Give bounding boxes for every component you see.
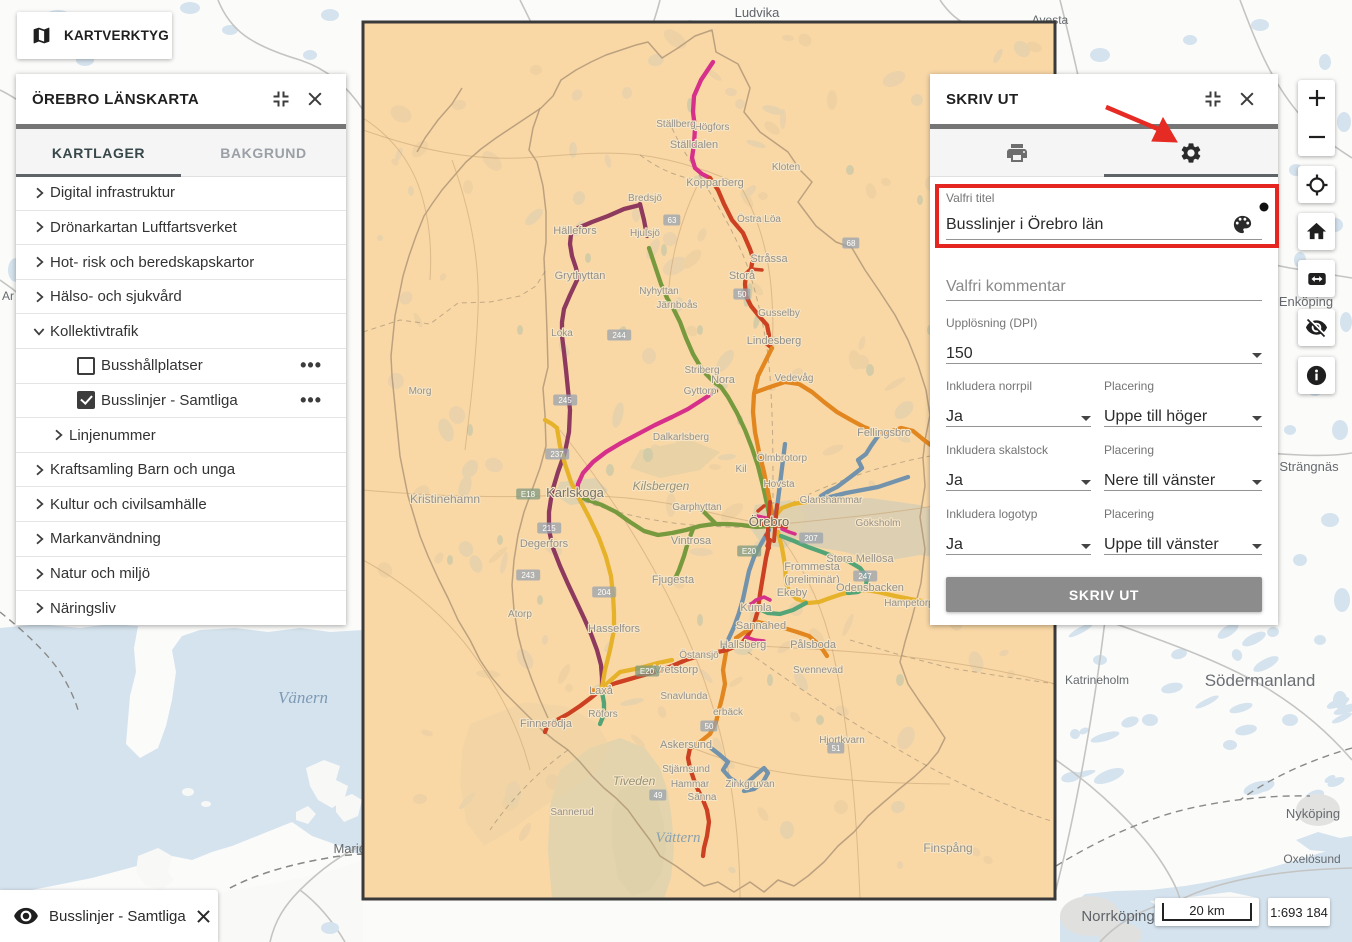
svg-text:Hasselfors: Hasselfors [588,623,640,635]
svg-text:Hovsta: Hovsta [763,479,795,490]
svg-text:68: 68 [847,239,856,248]
svg-text:51: 51 [832,744,841,753]
svg-text:Röfors: Röfors [588,709,617,720]
svg-text:Sänna: Sänna [688,792,717,803]
svg-text:Finspång: Finspång [923,841,972,855]
svg-text:Vedevåg: Vedevåg [775,372,814,384]
svg-text:Hammar: Hammar [671,779,710,790]
svg-text:Kilsbergen: Kilsbergen [633,479,690,493]
svg-text:50: 50 [738,290,747,299]
svg-text:Hampetorp: Hampetorp [884,598,934,609]
svg-text:245: 245 [558,396,572,405]
svg-text:Örebro: Örebro [749,514,789,529]
svg-text:49: 49 [654,791,663,800]
svg-text:Ölmbrotorp: Ölmbrotorp [757,452,807,464]
svg-text:Askersund: Askersund [660,739,712,751]
svg-text:Gusselby: Gusselby [758,308,800,319]
svg-text:erbäck: erbäck [713,707,744,718]
svg-text:63: 63 [668,216,677,225]
svg-text:Svennevad: Svennevad [793,665,843,676]
svg-text:207: 207 [804,534,818,543]
svg-text:Ar: Ar [2,289,14,303]
svg-text:Pålsboda: Pålsboda [790,639,837,651]
svg-text:Dalkarlsberg: Dalkarlsberg [653,432,709,443]
svg-text:Karlskoga: Karlskoga [546,485,605,500]
svg-text:Vättern: Vättern [656,830,701,846]
svg-text:Stråssa: Stråssa [750,253,788,265]
svg-text:(preliminär): (preliminär) [784,574,840,586]
svg-text:Nora: Nora [711,374,736,386]
svg-text:Loka: Loka [551,328,573,339]
svg-text:Hallsberg: Hallsberg [720,639,766,651]
svg-text:Lindesberg: Lindesberg [747,335,801,347]
svg-text:E20: E20 [640,667,655,676]
svg-text:237: 237 [550,450,564,459]
svg-text:Nyhyttan: Nyhyttan [639,286,678,297]
svg-text:Kil: Kil [735,464,746,475]
svg-text:Kloten: Kloten [772,162,800,173]
svg-text:Södermanland: Södermanland [1205,671,1316,690]
svg-text:Glanshammar: Glanshammar [800,495,863,506]
svg-text:Järnboås: Järnboås [656,299,697,311]
svg-text:Ludvika: Ludvika [735,5,781,20]
svg-text:Sannahed: Sannahed [736,620,786,632]
svg-text:Östra Löa: Östra Löa [737,213,781,225]
svg-text:Sannerud: Sannerud [550,807,593,818]
svg-text:Garphyttan: Garphyttan [672,502,721,513]
svg-text:Ställberg: Ställberg [656,119,695,130]
svg-text:Hjulsjö: Hjulsjö [630,228,660,239]
svg-text:50: 50 [705,722,714,731]
svg-text:Bredsjö: Bredsjö [628,193,662,204]
svg-text:Vänern: Vänern [278,688,328,707]
svg-text:Norrköping: Norrköping [1081,908,1154,925]
svg-text:Snavlunda: Snavlunda [660,691,708,702]
svg-text:Fellingsbro: Fellingsbro [857,427,911,439]
svg-text:Ställdalen: Ställdalen [670,139,718,151]
svg-text:Nyköping: Nyköping [1286,806,1340,821]
svg-text:Vintrosa: Vintrosa [671,535,712,547]
svg-text:Östansjö: Östansjö [679,649,719,661]
svg-text:Stora Mellösa: Stora Mellösa [826,553,894,565]
svg-text:Morg: Morg [409,386,432,397]
svg-text:Atorp: Atorp [508,609,532,620]
svg-text:Hällefors: Hällefors [553,225,597,237]
svg-text:204: 204 [597,588,611,597]
svg-text:215: 215 [542,524,556,533]
svg-text:Högfors: Högfors [694,122,729,133]
svg-text:Tiveden: Tiveden [613,774,656,788]
svg-text:Fjugesta: Fjugesta [652,574,695,586]
svg-text:E20: E20 [742,547,757,556]
svg-text:Storå: Storå [729,270,756,282]
svg-text:Gyttorp: Gyttorp [684,386,717,397]
svg-text:Katrineholm: Katrineholm [1065,673,1129,687]
svg-text:Kristinehamn: Kristinehamn [410,492,480,506]
svg-text:Vretstorp: Vretstorp [654,664,698,676]
svg-text:Laxå: Laxå [589,685,614,697]
svg-text:Göksholm: Göksholm [855,518,900,529]
svg-text:Stjärnsund: Stjärnsund [662,764,710,775]
svg-text:Finnerödja: Finnerödja [520,718,573,730]
svg-text:Odensbacken: Odensbacken [836,582,904,594]
svg-text:244: 244 [612,331,626,340]
svg-text:Degerfors: Degerfors [520,538,569,550]
svg-text:Strängnäs: Strängnäs [1279,459,1339,474]
svg-text:Kumla: Kumla [740,602,772,614]
svg-text:Grythyttan: Grythyttan [555,270,606,282]
svg-text:247: 247 [858,572,872,581]
svg-text:Ekeby: Ekeby [777,587,808,599]
svg-text:243: 243 [521,571,535,580]
svg-text:Zinkgruvan: Zinkgruvan [725,779,774,790]
svg-text:E18: E18 [521,490,536,499]
svg-text:Kopparberg: Kopparberg [686,177,744,189]
svg-text:Oxelösund: Oxelösund [1283,852,1340,866]
